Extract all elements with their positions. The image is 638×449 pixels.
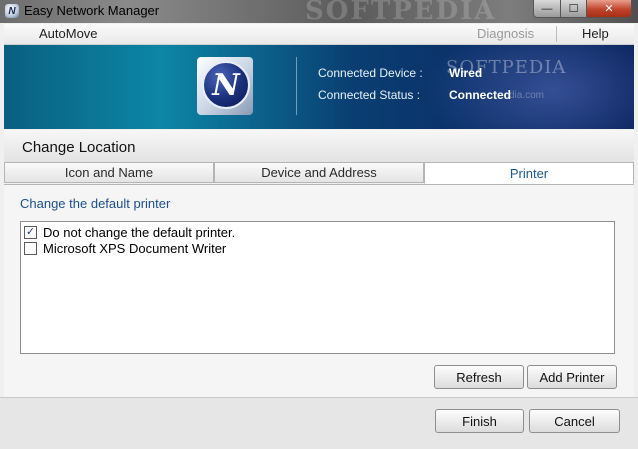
refresh-button[interactable]: Refresh	[434, 365, 524, 389]
page-title: Change Location	[22, 139, 136, 156]
list-item[interactable]: ✓ Do not change the default printer.	[24, 224, 235, 240]
title-bar[interactable]: N Easy Network Manager SOFTPEDIA — ☐ ✕	[0, 0, 638, 26]
menu-bar: AutoMove Diagnosis Help	[4, 24, 634, 45]
menu-help[interactable]: Help	[582, 26, 609, 41]
logo-n-icon: N	[202, 61, 250, 109]
list-item-label: Do not change the default printer.	[43, 224, 236, 240]
connected-status-value: Connected	[449, 88, 512, 102]
printer-list[interactable]: ✓ Do not change the default printer. Mic…	[20, 221, 615, 354]
checkbox-unchecked[interactable]	[24, 241, 37, 255]
tab-device-and-address[interactable]: Device and Address	[214, 162, 424, 183]
list-item-label: Microsoft XPS Document Writer	[43, 240, 227, 256]
add-printer-button[interactable]: Add Printer	[527, 365, 617, 389]
printer-panel: Change the default printer ✓ Do not chan…	[4, 184, 634, 397]
connected-status-label: Connected Status :	[318, 88, 421, 102]
minimize-button[interactable]: —	[533, 0, 561, 18]
window-title: Easy Network Manager	[24, 3, 160, 18]
app-icon[interactable]: N	[5, 4, 19, 18]
connected-device-value: Wired	[449, 66, 483, 80]
banner-watermark-sub: dia.com	[509, 90, 545, 101]
maximize-button[interactable]: ☐	[560, 0, 587, 18]
tab-printer[interactable]: Printer	[424, 162, 634, 184]
tab-strip: Icon and Name Device and Address Printer	[4, 162, 634, 185]
app-logo: N	[197, 57, 253, 115]
section-header: Change Location	[4, 130, 634, 162]
checkbox-checked[interactable]: ✓	[24, 225, 37, 239]
watermark: SOFTPEDIA	[305, 0, 497, 26]
status-banner: N SOFTPEDIA dia.com Connected Device : W…	[4, 45, 634, 129]
menu-separator	[556, 26, 557, 42]
menu-automove[interactable]: AutoMove	[39, 26, 98, 41]
banner-divider	[296, 57, 297, 115]
finish-button[interactable]: Finish	[435, 409, 524, 433]
list-item[interactable]: Microsoft XPS Document Writer	[24, 240, 226, 256]
tab-icon-and-name[interactable]: Icon and Name	[4, 162, 214, 183]
dialog-footer: Finish Cancel	[0, 397, 638, 449]
cancel-button[interactable]: Cancel	[529, 409, 620, 433]
close-button[interactable]: ✕	[586, 0, 632, 18]
change-printer-heading: Change the default printer	[20, 196, 171, 211]
app-window: N Easy Network Manager SOFTPEDIA — ☐ ✕ A…	[0, 0, 638, 449]
menu-diagnosis[interactable]: Diagnosis	[477, 26, 534, 41]
connected-device-label: Connected Device :	[318, 66, 423, 80]
